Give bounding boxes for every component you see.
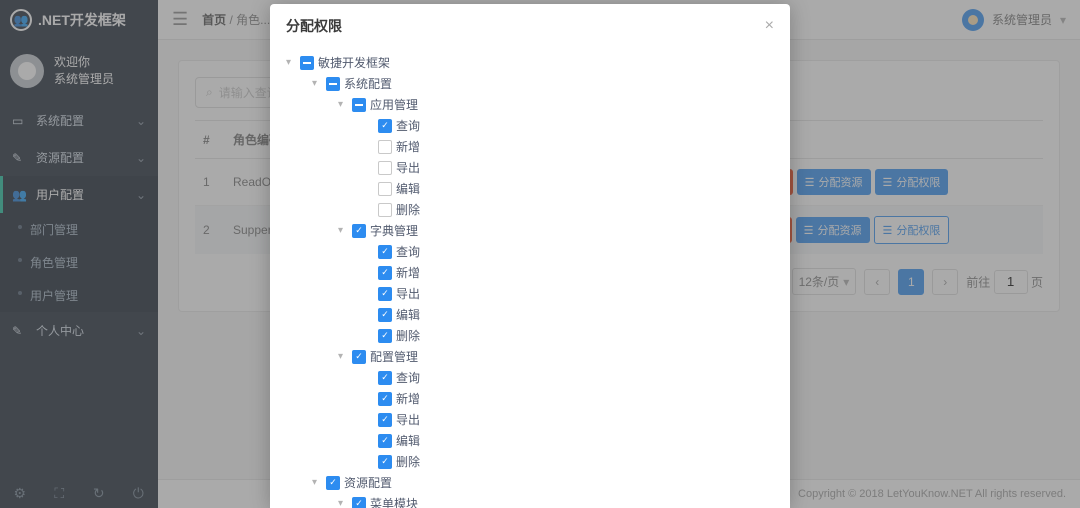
tree-label: 新增 xyxy=(396,390,420,407)
tree-label: 删除 xyxy=(396,201,420,218)
tree-label: 导出 xyxy=(396,411,420,428)
tree-twisty-icon xyxy=(364,414,374,424)
tree-checkbox[interactable] xyxy=(378,287,392,301)
tree-label: 新增 xyxy=(396,264,420,281)
tree-label: 新增 xyxy=(396,138,420,155)
tree-checkbox[interactable] xyxy=(352,224,366,238)
tree-twisty-icon[interactable]: ▾ xyxy=(312,78,322,88)
tree-checkbox[interactable] xyxy=(378,371,392,385)
tree-app-export[interactable]: 导出 xyxy=(286,157,774,178)
tree-checkbox[interactable] xyxy=(378,203,392,217)
tree-twisty-icon xyxy=(364,204,374,214)
tree-twisty-icon[interactable]: ▾ xyxy=(338,99,348,109)
modal-close-button[interactable]: × xyxy=(765,17,774,35)
tree-menu-module[interactable]: ▾ 菜单模块 xyxy=(286,493,774,508)
tree-twisty-icon xyxy=(364,288,374,298)
tree-checkbox[interactable] xyxy=(378,329,392,343)
tree-agile-dev-framework[interactable]: ▾ 敏捷开发框架 xyxy=(286,52,774,73)
tree-cfg-manage[interactable]: ▾ 配置管理 xyxy=(286,346,774,367)
tree-twisty-icon xyxy=(364,330,374,340)
tree-label: 查询 xyxy=(396,369,420,386)
tree-checkbox[interactable] xyxy=(378,140,392,154)
tree-twisty-icon[interactable]: ▾ xyxy=(286,57,296,67)
tree-twisty-icon xyxy=(364,141,374,151)
tree-checkbox[interactable] xyxy=(326,77,340,91)
tree-cfg-edit[interactable]: 编辑 xyxy=(286,430,774,451)
tree-twisty-icon xyxy=(364,246,374,256)
tree-checkbox[interactable] xyxy=(352,350,366,364)
tree-twisty-icon xyxy=(364,267,374,277)
tree-checkbox[interactable] xyxy=(300,56,314,70)
tree-label: 资源配置 xyxy=(344,474,392,491)
tree-label: 配置管理 xyxy=(370,348,418,365)
tree-label: 删除 xyxy=(396,327,420,344)
tree-twisty-icon xyxy=(364,372,374,382)
tree-label: 导出 xyxy=(396,285,420,302)
tree-checkbox[interactable] xyxy=(378,434,392,448)
tree-label: 删除 xyxy=(396,453,420,470)
permission-modal: 分配权限 × ▾敏捷开发框架▾系统配置▾应用管理查询新增导出编辑删除▾字典管理查… xyxy=(270,4,790,508)
tree-label: 编辑 xyxy=(396,306,420,323)
tree-system-config[interactable]: ▾ 系统配置 xyxy=(286,73,774,94)
tree-checkbox[interactable] xyxy=(378,455,392,469)
tree-checkbox[interactable] xyxy=(326,476,340,490)
tree-label: 编辑 xyxy=(396,180,420,197)
tree-dict-edit[interactable]: 编辑 xyxy=(286,304,774,325)
tree-checkbox[interactable] xyxy=(352,497,366,508)
tree-checkbox[interactable] xyxy=(352,98,366,112)
tree-checkbox[interactable] xyxy=(378,413,392,427)
tree-cfg-add[interactable]: 新增 xyxy=(286,388,774,409)
tree-checkbox[interactable] xyxy=(378,266,392,280)
tree-cfg-query[interactable]: 查询 xyxy=(286,367,774,388)
tree-twisty-icon xyxy=(364,393,374,403)
tree-app-edit[interactable]: 编辑 xyxy=(286,178,774,199)
tree-twisty-icon xyxy=(364,183,374,193)
tree-checkbox[interactable] xyxy=(378,161,392,175)
tree-twisty-icon xyxy=(364,456,374,466)
tree-cfg-delete[interactable]: 删除 xyxy=(286,451,774,472)
tree-label: 系统配置 xyxy=(344,75,392,92)
tree-twisty-icon[interactable]: ▾ xyxy=(338,351,348,361)
tree-checkbox[interactable] xyxy=(378,392,392,406)
tree-twisty-icon[interactable]: ▾ xyxy=(338,225,348,235)
tree-checkbox[interactable] xyxy=(378,245,392,259)
tree-app-delete[interactable]: 删除 xyxy=(286,199,774,220)
tree-label: 字典管理 xyxy=(370,222,418,239)
tree-cfg-export[interactable]: 导出 xyxy=(286,409,774,430)
tree-twisty-icon xyxy=(364,162,374,172)
permission-tree: ▾敏捷开发框架▾系统配置▾应用管理查询新增导出编辑删除▾字典管理查询新增导出编辑… xyxy=(286,52,774,508)
tree-resource-config[interactable]: ▾ 资源配置 xyxy=(286,472,774,493)
tree-app-query[interactable]: 查询 xyxy=(286,115,774,136)
tree-twisty-icon xyxy=(364,120,374,130)
tree-dict-manage[interactable]: ▾ 字典管理 xyxy=(286,220,774,241)
tree-dict-delete[interactable]: 删除 xyxy=(286,325,774,346)
tree-twisty-icon xyxy=(364,435,374,445)
tree-label: 菜单模块 xyxy=(370,495,418,508)
tree-checkbox[interactable] xyxy=(378,308,392,322)
tree-twisty-icon[interactable]: ▾ xyxy=(312,477,322,487)
modal-title: 分配权限 xyxy=(286,16,342,36)
tree-app-add[interactable]: 新增 xyxy=(286,136,774,157)
tree-label: 应用管理 xyxy=(370,96,418,113)
tree-dict-add[interactable]: 新增 xyxy=(286,262,774,283)
tree-label: 查询 xyxy=(396,117,420,134)
tree-app-manage[interactable]: ▾ 应用管理 xyxy=(286,94,774,115)
tree-label: 敏捷开发框架 xyxy=(318,54,390,71)
tree-dict-query[interactable]: 查询 xyxy=(286,241,774,262)
tree-label: 查询 xyxy=(396,243,420,260)
tree-checkbox[interactable] xyxy=(378,182,392,196)
tree-label: 导出 xyxy=(396,159,420,176)
tree-twisty-icon[interactable]: ▾ xyxy=(338,498,348,508)
tree-label: 编辑 xyxy=(396,432,420,449)
tree-dict-export[interactable]: 导出 xyxy=(286,283,774,304)
tree-twisty-icon xyxy=(364,309,374,319)
tree-checkbox[interactable] xyxy=(378,119,392,133)
